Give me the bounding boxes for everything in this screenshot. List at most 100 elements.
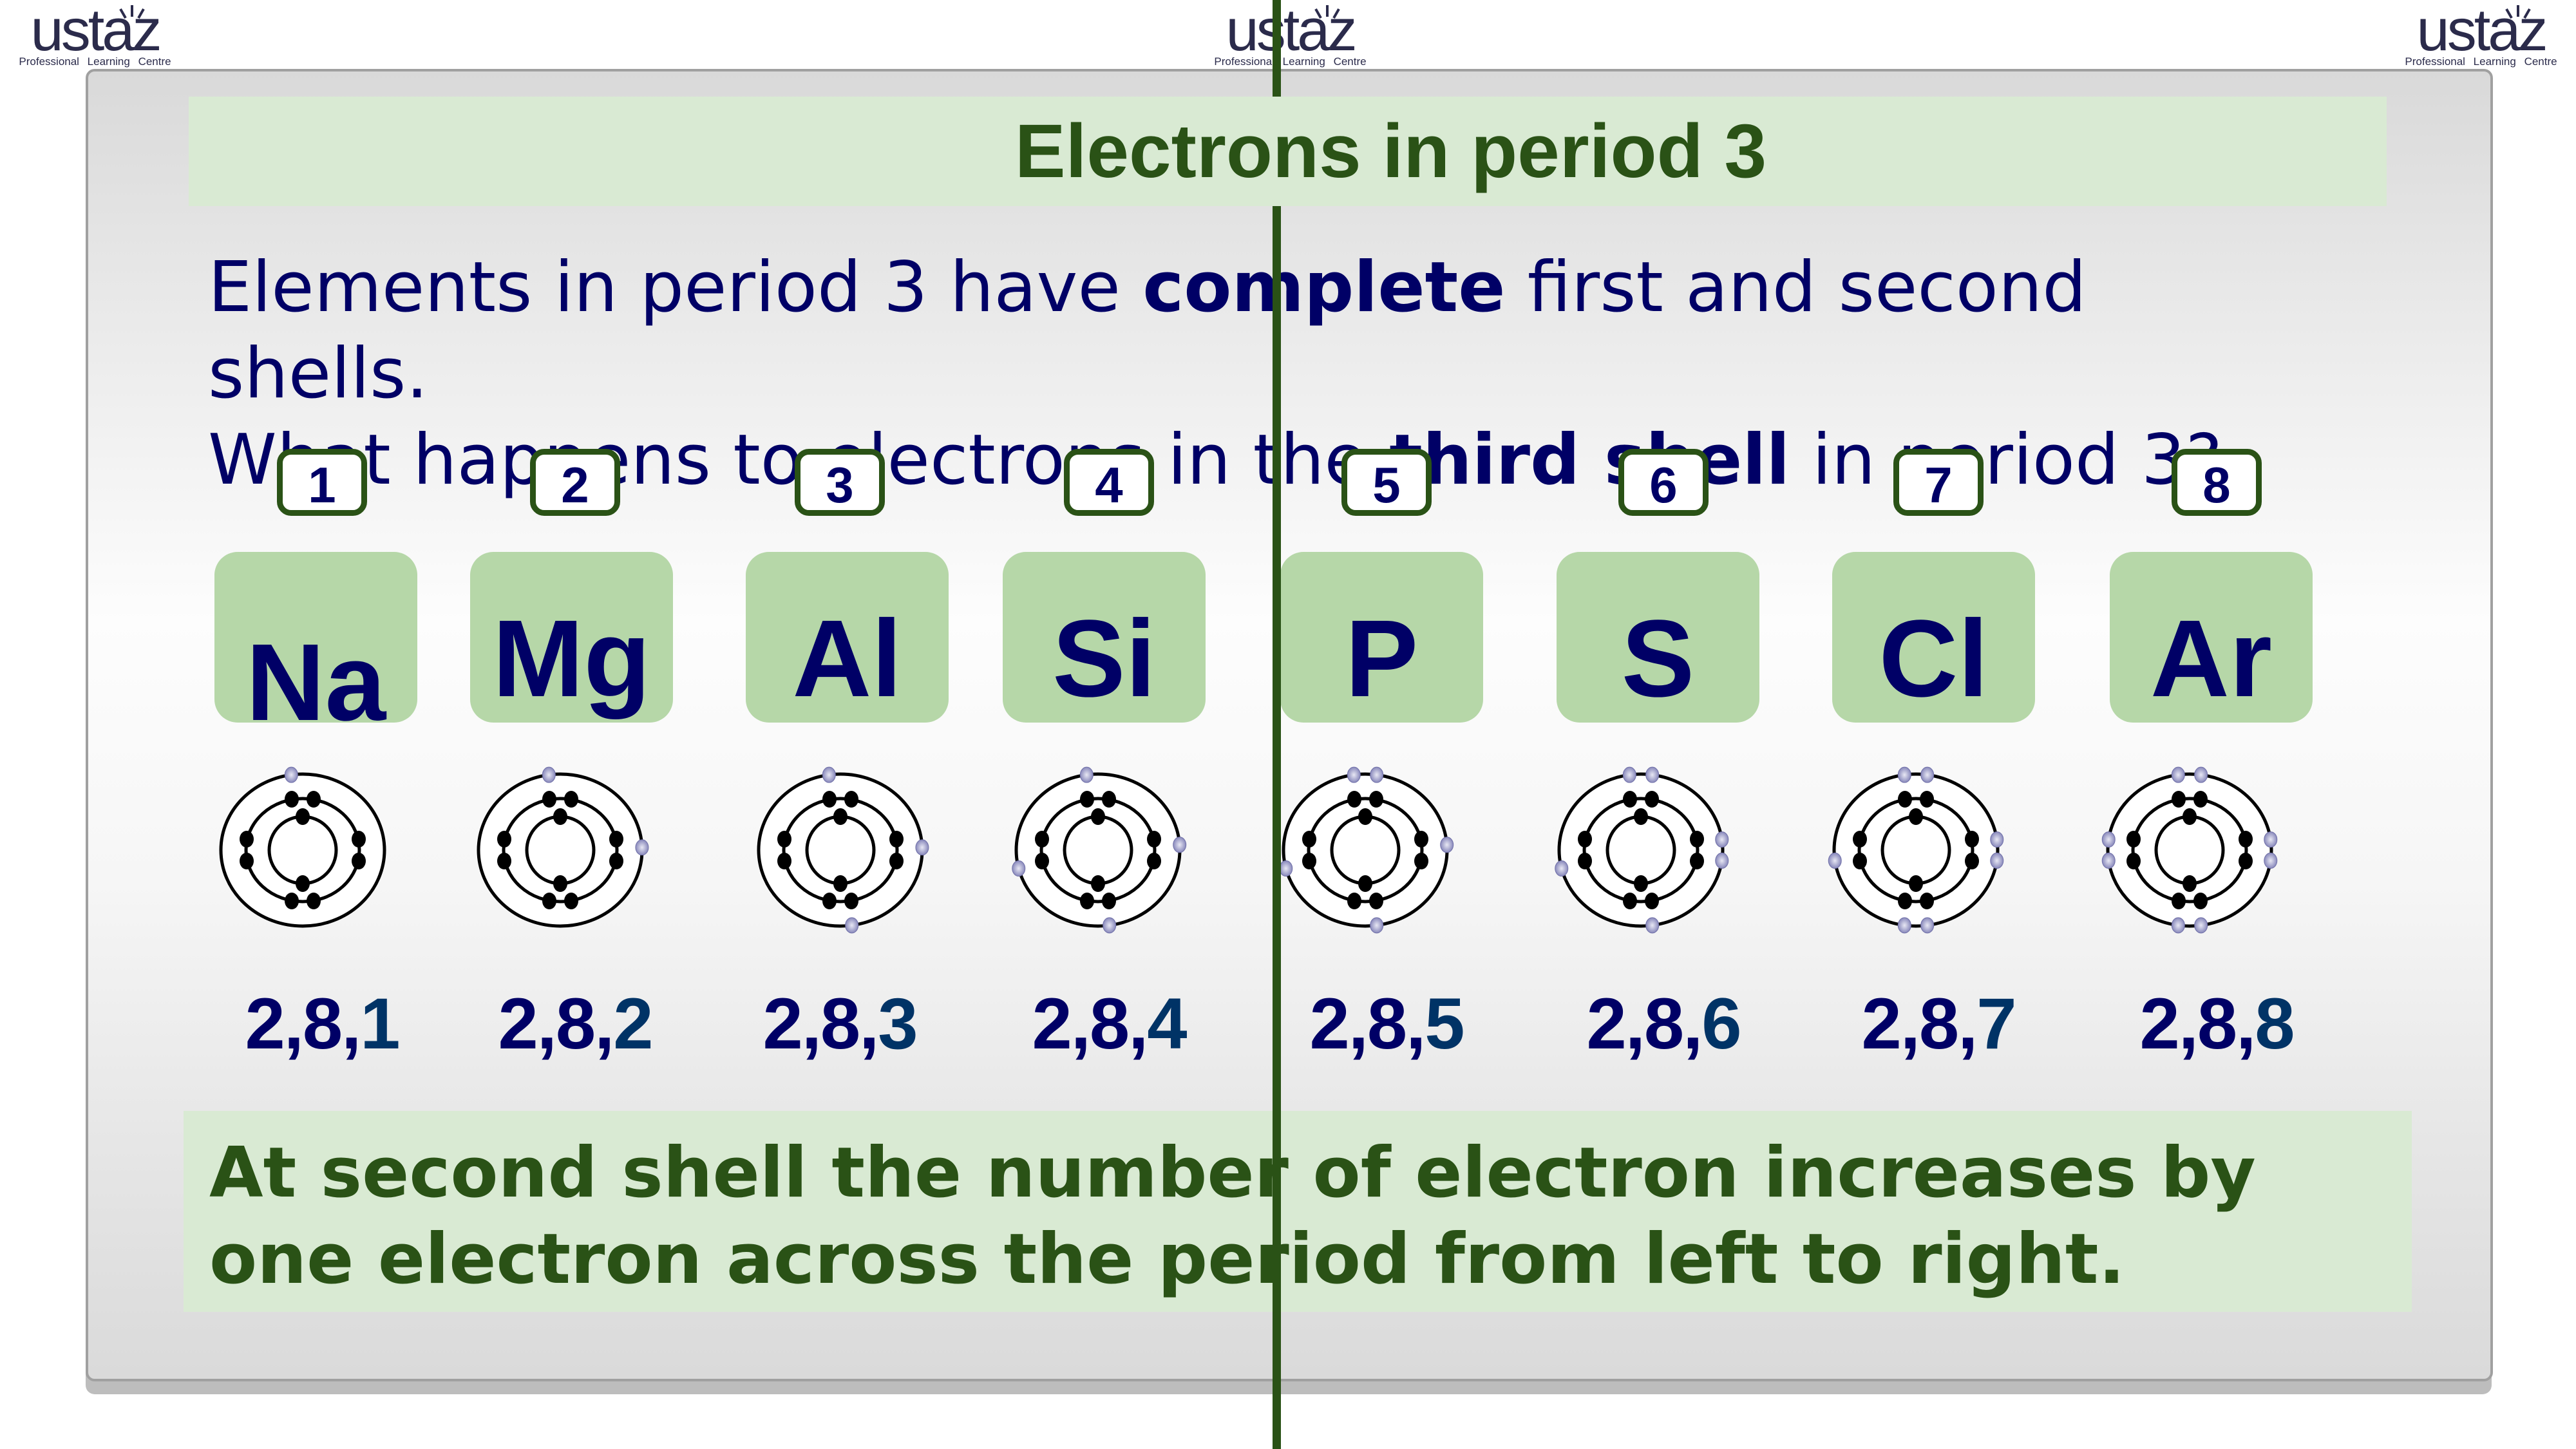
inner-electron xyxy=(1147,853,1161,869)
inner-electron xyxy=(844,893,858,909)
config-prefix: 2,8, xyxy=(1586,983,1703,1064)
config-outer-count: 1 xyxy=(360,983,400,1064)
conclusion-banner: At second shell the number of electron i… xyxy=(184,1111,2412,1312)
outer-electron xyxy=(284,766,298,783)
inner-electron xyxy=(889,853,904,869)
question-text: in period 3? xyxy=(1790,420,2222,500)
inner-electron xyxy=(1634,875,1648,892)
outer-electron xyxy=(2264,831,2278,848)
config-outer-count: 5 xyxy=(1425,983,1464,1064)
inner-electron xyxy=(2172,893,2186,909)
vertical-divider-line xyxy=(1273,0,1281,1449)
inner-electron xyxy=(822,893,837,909)
inner-electron xyxy=(1358,875,1372,892)
inner-electron xyxy=(1302,853,1316,869)
inner-electron xyxy=(1369,791,1383,808)
outer-electron xyxy=(1622,766,1636,783)
electron-configuration: 2,8,6 xyxy=(1557,982,1770,1065)
outer-electron xyxy=(2264,852,2278,869)
outer-electron xyxy=(1279,860,1293,877)
element-tile-s: S xyxy=(1557,552,1759,723)
inner-electron xyxy=(1358,808,1372,825)
element-symbol: Si xyxy=(1052,598,1156,720)
inner-electron xyxy=(1909,875,1923,892)
outer-electron xyxy=(1897,766,1911,783)
inner-electron xyxy=(2239,831,2253,848)
config-prefix: 2,8, xyxy=(1309,983,1426,1064)
outer-electron xyxy=(1645,917,1660,934)
inner-electron xyxy=(1853,853,1867,869)
intro-text: first and second xyxy=(1505,247,2087,328)
inner-electron xyxy=(285,791,299,808)
outer-electron xyxy=(1440,837,1454,853)
inner-electron xyxy=(1091,875,1105,892)
config-prefix: 2,8, xyxy=(498,983,614,1064)
outer-electron xyxy=(1715,831,1729,848)
inner-electron xyxy=(1690,853,1704,869)
inner-electron xyxy=(2193,893,2208,909)
inner-electron xyxy=(1414,853,1428,869)
logo-wordmark: ustaz xyxy=(1226,0,1358,63)
outer-electron xyxy=(2101,831,2116,848)
inner-electron xyxy=(497,853,511,869)
outer-electron xyxy=(1828,852,1842,869)
config-outer-count: 6 xyxy=(1701,983,1741,1064)
element-symbol: Ar xyxy=(2150,598,2272,720)
element-symbol: Na xyxy=(245,621,386,744)
element-tile-p: P xyxy=(1280,552,1483,723)
inner-electron xyxy=(1102,893,1116,909)
config-outer-count: 8 xyxy=(2255,983,2295,1064)
inner-electron xyxy=(1102,791,1116,808)
inner-electron xyxy=(1347,893,1361,909)
config-outer-count: 4 xyxy=(1147,983,1187,1064)
inner-electron xyxy=(564,791,578,808)
config-outer-count: 3 xyxy=(878,983,918,1064)
outer-electron xyxy=(2171,766,2185,783)
inner-electron xyxy=(1965,831,1979,848)
inner-electron xyxy=(1965,853,1979,869)
intro-text: Elements in period 3 have xyxy=(208,247,1143,328)
atom-diagram-al xyxy=(757,766,929,934)
inner-electron xyxy=(542,791,556,808)
inner-electron xyxy=(1414,831,1428,848)
logo-tagline: Professional Learning Centre xyxy=(19,55,171,68)
atom-diagram-p xyxy=(1279,766,1454,934)
inner-electron xyxy=(833,808,848,825)
element-symbol: S xyxy=(1621,598,1695,720)
logo-wordmark: ustaz xyxy=(30,0,162,63)
inner-electron xyxy=(1080,791,1094,808)
outer-electron xyxy=(1347,766,1361,783)
inner-electron xyxy=(553,875,567,892)
atom-diagram-ar xyxy=(2101,766,2278,934)
logo-wordmark: ustaz xyxy=(2416,0,2548,63)
inner-electron xyxy=(1091,808,1105,825)
inner-electron xyxy=(1853,831,1867,848)
outer-electron xyxy=(1990,852,2004,869)
inner-electron xyxy=(1302,831,1316,848)
inner-electron xyxy=(2183,875,2197,892)
intro-line-1: Elements in period 3 have complete first… xyxy=(208,245,2398,331)
inner-electron xyxy=(564,893,578,909)
atom-diagram-cl xyxy=(1828,766,2004,934)
element-index-badge: 4 xyxy=(1064,449,1154,516)
inner-electron xyxy=(2172,791,2186,808)
inner-electron xyxy=(497,831,511,848)
inner-electron xyxy=(1623,791,1637,808)
inner-electron xyxy=(542,893,556,909)
ustaz-logo-right: ustaz Professional Learning Centre xyxy=(2392,0,2570,68)
inner-electron xyxy=(285,893,299,909)
config-prefix: 2,8, xyxy=(1032,983,1148,1064)
inner-electron xyxy=(2126,853,2141,869)
electron-configuration: 2,8,4 xyxy=(1003,982,1215,1065)
outer-electron xyxy=(635,839,649,856)
outer-electron xyxy=(2194,766,2208,783)
outer-electron xyxy=(845,917,859,934)
ustaz-logo-center: ustaz Professional Learning Centre xyxy=(1202,0,1379,68)
outer-electron xyxy=(2101,852,2116,869)
electron-configuration: 2,8,5 xyxy=(1280,982,1493,1065)
inner-electron xyxy=(1920,791,1934,808)
intro-emphasis: complete xyxy=(1142,247,1506,328)
element-tile-mg: Mg xyxy=(470,552,673,723)
electron-configuration: 2,8,3 xyxy=(734,982,946,1065)
inner-electron xyxy=(1645,791,1659,808)
